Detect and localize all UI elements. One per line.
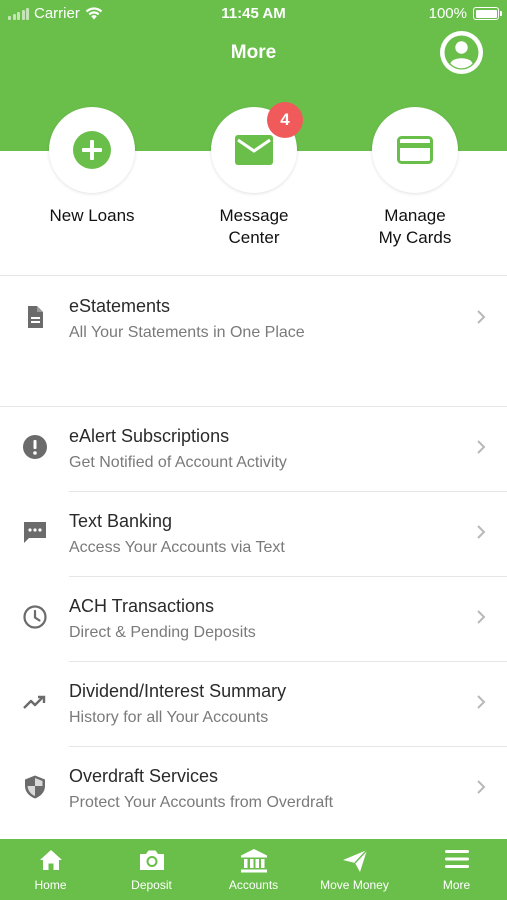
- alert-icon: [23, 435, 47, 459]
- chevron-right-icon: [477, 310, 486, 324]
- new-loans-circle[interactable]: [49, 107, 135, 193]
- document-icon: [28, 306, 43, 328]
- list-item-estatements[interactable]: eStatements All Your Statements in One P…: [0, 276, 507, 361]
- status-right: 100%: [428, 5, 502, 22]
- list-item-subtitle: Protect Your Accounts from Overdraft: [69, 794, 334, 811]
- chevron-right-icon: [477, 610, 486, 624]
- battery-percent: 100%: [428, 5, 467, 22]
- list-item-subtitle: Direct & Pending Deposits: [69, 624, 256, 641]
- credit-card-icon: [397, 136, 433, 164]
- manage-cards-circle[interactable]: [372, 107, 458, 193]
- list-item-ach-transactions[interactable]: ACH Transactions Direct & Pending Deposi…: [0, 576, 507, 661]
- chevron-right-icon: [477, 780, 486, 794]
- unread-badge: 4: [267, 102, 303, 138]
- status-bar: Carrier 11:45 AM 100%: [0, 0, 507, 28]
- message-center-action[interactable]: 4 Message Center: [179, 102, 329, 249]
- tab-label: Deposit: [131, 878, 172, 892]
- list-item-title: Overdraft Services: [69, 766, 219, 786]
- list-item-title: Text Banking: [69, 511, 173, 531]
- home-icon: [39, 850, 62, 870]
- camera-icon: [139, 850, 164, 870]
- list-item-title: eStatements: [69, 296, 171, 316]
- list-item-title: Dividend/Interest Summary: [69, 681, 287, 701]
- tab-more[interactable]: More: [406, 839, 507, 900]
- list-item-subtitle: Access Your Accounts via Text: [69, 539, 285, 556]
- list-item-subtitle: History for all Your Accounts: [69, 709, 269, 726]
- bottom-tab-bar: Home Deposit Accounts Move Money More: [0, 839, 507, 900]
- list-item-overdraft-services[interactable]: Overdraft Services Protect Your Accounts…: [0, 746, 507, 831]
- list-item-subtitle: All Your Statements in One Place: [69, 324, 305, 341]
- message-center-label: Message Center: [219, 206, 289, 247]
- manage-cards-action[interactable]: Manage My Cards: [340, 107, 490, 249]
- tab-label: Move Money: [320, 878, 389, 892]
- tab-label: More: [442, 878, 471, 892]
- page-title: More: [230, 42, 277, 63]
- tab-label: Home: [34, 878, 67, 892]
- clock-icon: [23, 605, 47, 629]
- chevron-right-icon: [477, 525, 486, 539]
- tab-home[interactable]: Home: [0, 839, 101, 900]
- bank-icon: [240, 849, 267, 873]
- message-center-circle[interactable]: 4: [211, 102, 303, 193]
- chevron-right-icon: [477, 695, 486, 709]
- user-avatar-icon: [444, 35, 479, 70]
- trending-up-icon: [23, 695, 46, 709]
- section-gap: [0, 361, 507, 406]
- list-item-ealert-subscriptions[interactable]: eAlert Subscriptions Get Notified of Acc…: [0, 406, 507, 491]
- send-icon: [342, 849, 368, 872]
- list-item-text-banking[interactable]: Text Banking Access Your Accounts via Te…: [0, 491, 507, 576]
- list-item-dividend-interest-summary[interactable]: Dividend/Interest Summary History for al…: [0, 661, 507, 746]
- plus-circle-icon: [73, 131, 111, 169]
- new-loans-action[interactable]: New Loans: [17, 107, 167, 227]
- envelope-icon: [235, 135, 273, 165]
- list-item-title: ACH Transactions: [69, 596, 215, 616]
- manage-cards-label: Manage My Cards: [378, 206, 452, 247]
- tab-deposit[interactable]: Deposit: [101, 839, 202, 900]
- chat-icon: [24, 522, 46, 543]
- profile-button[interactable]: [440, 31, 483, 74]
- chevron-right-icon: [477, 440, 486, 454]
- battery-icon: [473, 7, 502, 20]
- list-item-subtitle: Get Notified of Account Activity: [69, 454, 287, 471]
- list-item-title: eAlert Subscriptions: [69, 426, 230, 446]
- shield-icon: [25, 775, 45, 799]
- tab-move-money[interactable]: Move Money: [304, 839, 405, 900]
- new-loans-label: New Loans: [49, 206, 135, 225]
- tab-accounts[interactable]: Accounts: [203, 839, 304, 900]
- tab-label: Accounts: [228, 878, 279, 892]
- menu-icon: [444, 850, 469, 868]
